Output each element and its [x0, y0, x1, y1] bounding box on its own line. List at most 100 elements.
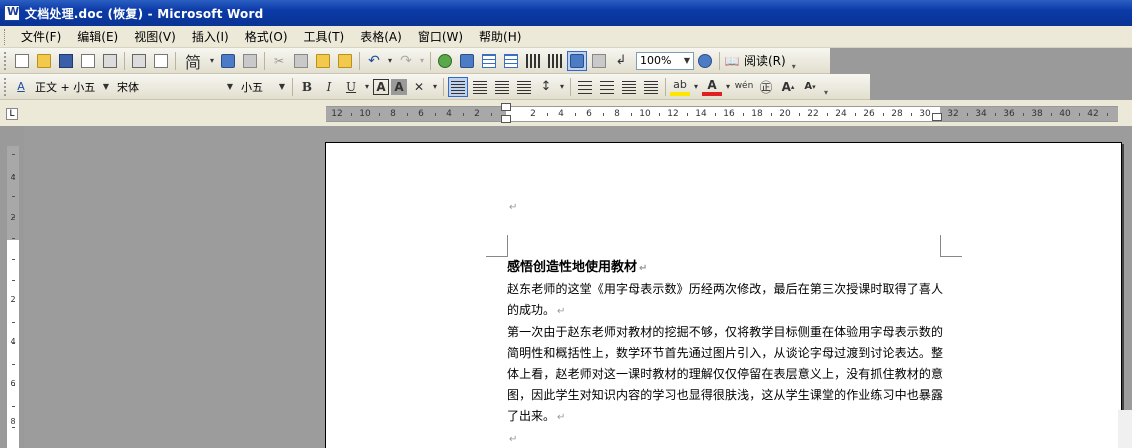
style-select[interactable]: 正文 + 小五 ▼: [31, 78, 113, 96]
save-button[interactable]: [56, 51, 76, 71]
toolbar-options-chevron[interactable]: ▾: [821, 77, 831, 97]
help-button[interactable]: [695, 51, 715, 71]
menu-table[interactable]: 表格(A): [352, 28, 410, 45]
chevron-down-icon: ▼: [683, 56, 690, 65]
copy-button[interactable]: [291, 51, 311, 71]
document-heading: 感悟创造性地使用教材 ↵: [507, 257, 943, 279]
font-select[interactable]: 宋体 ▼: [113, 78, 237, 96]
italic-button[interactable]: I: [319, 77, 339, 97]
show-hide-button[interactable]: [589, 51, 609, 71]
align-right-button[interactable]: [492, 77, 512, 97]
tables-borders-button[interactable]: [457, 51, 477, 71]
horizontal-ruler[interactable]: 12 10 8 6 4 2 2 4 6 8 10 12 14 16 18 20 22 24 26 28 30 32 34 36…: [326, 103, 1118, 123]
styles-pane-button[interactable]: A: [12, 77, 30, 97]
menu-help[interactable]: 帮助(H): [471, 28, 529, 45]
menu-tools[interactable]: 工具(T): [296, 28, 353, 45]
line-spacing-dropdown[interactable]: ▾: [558, 77, 566, 97]
left-indent-marker[interactable]: [501, 115, 511, 123]
underline-dropdown[interactable]: ▾: [363, 77, 371, 97]
read-mode-button[interactable]: 阅读(R): [741, 52, 789, 69]
underline-button[interactable]: U: [341, 77, 361, 97]
permission-button[interactable]: [78, 51, 98, 71]
vertical-scrollbar[interactable]: [1118, 410, 1132, 448]
cut-button[interactable]: ✂: [269, 51, 289, 71]
print-preview-button[interactable]: [151, 51, 171, 71]
bullets-button[interactable]: [597, 77, 617, 97]
insert-table-button[interactable]: [479, 51, 499, 71]
format-painter-button[interactable]: [335, 51, 355, 71]
distributed-button[interactable]: [514, 77, 534, 97]
ruler-tick-label: 18: [751, 109, 763, 119]
research-button[interactable]: [240, 51, 260, 71]
paragraph-1: 赵东老师的这堂《用字母表示数》历经两次修改，最后在第三次授课时取得了喜人的成功。…: [507, 279, 943, 322]
redo-dropdown[interactable]: ▾: [418, 51, 426, 71]
font-value: 宋体: [117, 80, 139, 94]
word-app-icon[interactable]: [4, 5, 20, 21]
permission-icon: [81, 53, 95, 68]
simplified-chinese-button[interactable]: 简: [180, 51, 206, 72]
document-map-icon: [570, 53, 584, 68]
document-body[interactable]: 感悟创造性地使用教材 ↵ 赵东老师的这堂《用字母表示数》历经两次修改，最后在第三次…: [507, 257, 943, 448]
character-shading-button[interactable]: A: [391, 78, 407, 95]
scaling-dropdown[interactable]: ▾: [431, 77, 439, 97]
read-icon: 📖: [724, 53, 740, 68]
highlight-dropdown[interactable]: ▾: [692, 77, 700, 97]
menu-edit[interactable]: 编辑(E): [69, 28, 126, 45]
toolbar-grip[interactable]: [4, 77, 7, 96]
align-justify-button[interactable]: [448, 76, 468, 97]
tab-selector[interactable]: L: [6, 108, 18, 120]
new-document-button[interactable]: [12, 51, 32, 71]
menu-view[interactable]: 视图(V): [126, 28, 184, 45]
phonetic-guide-button[interactable]: wén: [734, 77, 754, 97]
menu-format[interactable]: 格式(O): [237, 28, 296, 45]
ruler-tick-mark: [659, 113, 660, 116]
numbering-button[interactable]: [575, 77, 595, 97]
bold-button[interactable]: B: [297, 77, 317, 97]
document-page[interactable]: ↵ 感悟创造性地使用教材 ↵ 赵东老师的这堂《用字母表示数》历经两次修改，最后在第…: [325, 142, 1122, 448]
toolbar-options-chevron[interactable]: ▾: [789, 51, 799, 71]
increase-indent-button[interactable]: [641, 77, 661, 97]
spelling-button[interactable]: [218, 51, 238, 71]
open-button[interactable]: [34, 51, 54, 71]
first-line-indent-marker[interactable]: [501, 103, 511, 111]
zoom-select[interactable]: 100% ▼: [636, 51, 694, 70]
hyperlink-button[interactable]: [435, 51, 455, 71]
toolbar-grip[interactable]: [4, 51, 7, 70]
redo-button[interactable]: ↷: [396, 51, 416, 71]
character-scaling-button[interactable]: ✕: [409, 77, 429, 97]
menu-window[interactable]: 窗口(W): [410, 28, 471, 45]
document-map-button[interactable]: [567, 50, 587, 71]
ruler-tick-label: 32: [947, 109, 959, 119]
menu-insert[interactable]: 插入(I): [184, 28, 237, 45]
font-color-button[interactable]: A: [702, 78, 722, 96]
undo-button[interactable]: ↶: [364, 51, 384, 71]
enclose-characters-button[interactable]: ㊣: [756, 77, 776, 97]
paragraph-mark: ↵: [639, 263, 648, 274]
menu-file[interactable]: 文件(F): [13, 28, 69, 45]
character-border-button[interactable]: A: [373, 78, 389, 95]
ruler-tick-label: 8: [390, 109, 396, 119]
drawing-button[interactable]: [545, 51, 565, 71]
ruler-tick-label: 10: [359, 109, 371, 119]
vertical-ruler[interactable]: 422468: [6, 146, 20, 448]
highlight-button[interactable]: ab: [670, 78, 690, 96]
right-indent-marker[interactable]: [932, 113, 942, 121]
font-size-value: 小五: [241, 80, 263, 94]
font-size-select[interactable]: 小五 ▼: [237, 78, 289, 96]
ruler-tick-mark: [743, 113, 744, 116]
simplified-dropdown[interactable]: ▾: [208, 51, 216, 71]
columns-button[interactable]: [523, 51, 543, 71]
decrease-indent-button[interactable]: [619, 77, 639, 97]
email-button[interactable]: [100, 51, 120, 71]
align-center-button[interactable]: [470, 77, 490, 97]
insert-excel-button[interactable]: [501, 51, 521, 71]
shrink-font-button[interactable]: A ▾: [800, 77, 820, 97]
line-spacing-button[interactable]: ↕: [536, 77, 556, 97]
paragraph-mark-button[interactable]: ↲: [611, 51, 631, 71]
grow-font-button[interactable]: A ▴: [778, 77, 798, 97]
print-button[interactable]: [129, 51, 149, 71]
paste-button[interactable]: [313, 51, 333, 71]
font-color-dropdown[interactable]: ▾: [724, 77, 732, 97]
menubar-grip[interactable]: [4, 28, 7, 45]
undo-dropdown[interactable]: ▾: [386, 51, 394, 71]
